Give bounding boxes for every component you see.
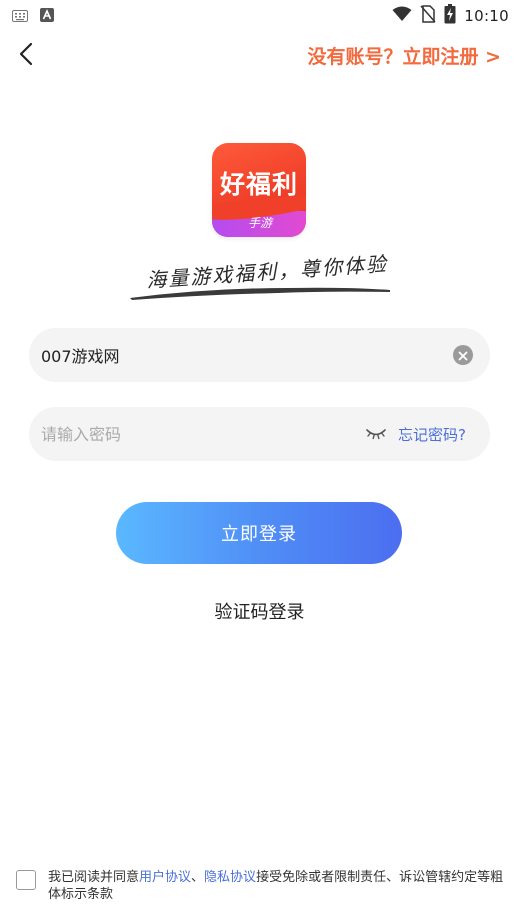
agreement-checkbox[interactable] xyxy=(16,870,36,890)
register-link[interactable]: 没有账号？立即注册 > xyxy=(307,42,501,69)
logo-subtitle-band: 手游 xyxy=(212,211,306,237)
chevron-left-icon xyxy=(19,42,33,70)
wifi-icon xyxy=(392,6,412,26)
app-logo: 好福利 手游 xyxy=(212,143,306,237)
back-button[interactable] xyxy=(8,38,44,74)
agreement-text: 我已阅读并同意用户协议、隐私协议接受免除或者限制责任、诉讼管辖约定等粗体标示条款 xyxy=(48,869,508,903)
slogan: 海量游戏福利，尊你体验 xyxy=(128,252,392,302)
login-button[interactable]: 立即登录 xyxy=(116,502,402,564)
user-agreement-link[interactable]: 用户协议 xyxy=(139,870,191,885)
agreement-prefix: 我已阅读并同意 xyxy=(48,870,140,885)
password-field: 忘记密码? xyxy=(29,407,490,461)
forgot-password-link[interactable]: 忘记密码? xyxy=(398,424,466,445)
keyboard-icon xyxy=(12,7,28,26)
slogan-brush-stroke xyxy=(130,287,390,300)
privacy-agreement-link[interactable]: 隐私协议 xyxy=(204,870,256,885)
eye-closed-icon xyxy=(365,428,387,447)
account-field xyxy=(29,328,490,382)
header: 没有账号？立即注册 > xyxy=(0,30,519,82)
status-bar: 10:10 xyxy=(0,0,519,30)
status-time: 10:10 xyxy=(464,7,509,25)
battery-charging-icon xyxy=(444,4,456,28)
password-input[interactable] xyxy=(41,407,371,461)
account-input[interactable] xyxy=(41,328,371,382)
status-right-icons: 10:10 xyxy=(392,4,509,28)
clear-account-button[interactable] xyxy=(453,345,473,365)
logo-subtitle: 手游 xyxy=(248,216,273,230)
toggle-password-visibility-button[interactable] xyxy=(365,425,387,443)
agreement-separator: 、 xyxy=(191,870,205,885)
sim-off-icon xyxy=(420,5,436,27)
sms-code-login-link[interactable]: 验证码登录 xyxy=(0,598,519,624)
translate-a-icon xyxy=(40,7,54,26)
clear-circle-icon xyxy=(458,346,468,365)
status-left-icons xyxy=(12,7,54,26)
